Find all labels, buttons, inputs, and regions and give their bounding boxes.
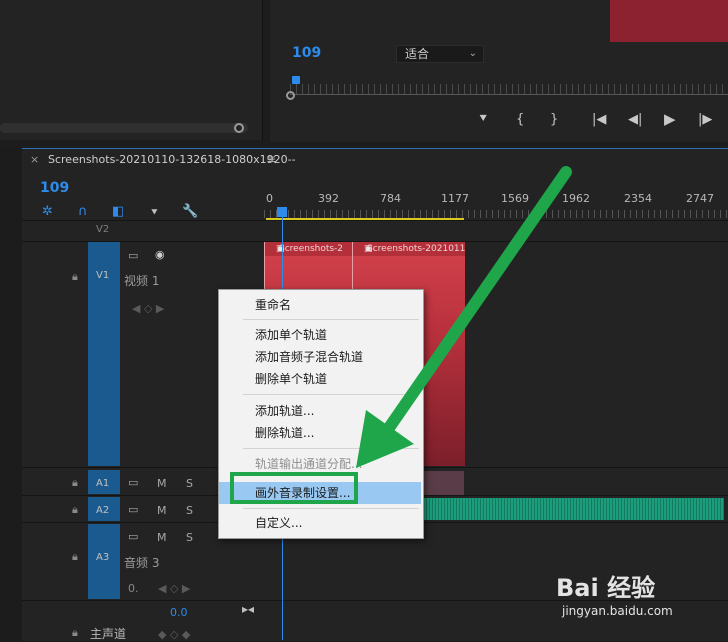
baidu-jingyan-logo: Bai 经验 xyxy=(556,574,656,602)
watermark-url: jingyan.baidu.com xyxy=(562,604,673,618)
annotation-arrow-icon xyxy=(356,166,572,468)
